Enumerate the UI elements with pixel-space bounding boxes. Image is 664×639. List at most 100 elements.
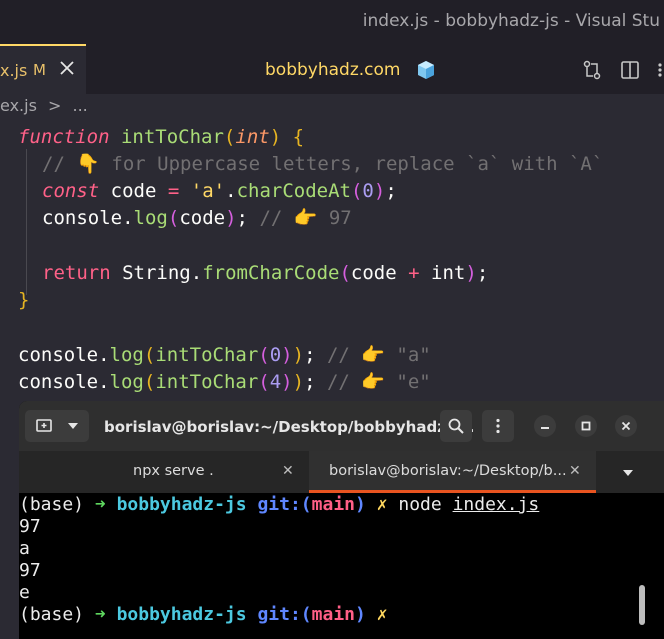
close-icon[interactable] bbox=[58, 59, 76, 77]
dropdown-icon[interactable] bbox=[67, 421, 79, 431]
code-token: int bbox=[235, 126, 270, 148]
compare-changes-icon[interactable] bbox=[581, 59, 603, 81]
code-token: int bbox=[431, 262, 466, 284]
code-token: console bbox=[42, 207, 123, 229]
code-token: git:( bbox=[257, 604, 312, 625]
terminal-window: borislav@borislav:~/Desktop/bobbyhadz-r.… bbox=[19, 401, 664, 639]
editor-tab-index-js[interactable]: x.js M bbox=[0, 44, 86, 94]
code-token: 0 bbox=[362, 180, 374, 202]
code-line: // 👇 for Uppercase letters, replace `a` … bbox=[42, 151, 603, 178]
code-token: ; bbox=[385, 180, 397, 202]
code-token: main bbox=[311, 604, 355, 625]
code-line: console.log(intToChar(0)); // 👉 "a" bbox=[18, 342, 431, 369]
tabs-dropdown-icon[interactable] bbox=[622, 468, 634, 478]
code-token: // 👉 "a" bbox=[326, 344, 431, 366]
new-tab-button[interactable] bbox=[25, 410, 89, 442]
code-token: ( bbox=[350, 180, 363, 202]
breadcrumb-ellipsis[interactable]: ... bbox=[73, 96, 88, 115]
split-editor-icon[interactable] bbox=[619, 59, 641, 81]
code-token: . bbox=[98, 344, 110, 366]
code-token: code bbox=[350, 262, 397, 284]
code-token: git:( bbox=[257, 494, 312, 515]
code-token: ( bbox=[143, 344, 156, 366]
code-token: = bbox=[167, 180, 180, 202]
terminal-output-line: a bbox=[19, 538, 30, 559]
code-token: ) bbox=[355, 494, 366, 515]
terminal-output-line: 97 bbox=[19, 516, 41, 537]
close-icon[interactable]: ✕ bbox=[569, 463, 581, 479]
code-token: ; bbox=[236, 207, 248, 229]
code-token: ➜ bbox=[94, 604, 106, 625]
code-token: . bbox=[225, 180, 237, 202]
center-title: bobbyhadz.com bbox=[265, 60, 401, 80]
code-token: ✗ bbox=[376, 604, 388, 625]
search-button[interactable] bbox=[440, 410, 472, 442]
breadcrumb: ex.js > ... bbox=[0, 96, 94, 122]
code-token: ) bbox=[281, 371, 293, 393]
window-title: index.js - bobbyhadz-js - Visual Stu bbox=[362, 11, 660, 31]
code-token: 0 bbox=[269, 344, 282, 366]
title-bar: index.js - bobbyhadz-js - Visual Stu bbox=[0, 0, 664, 44]
code-token: . bbox=[98, 371, 110, 393]
more-icon[interactable] bbox=[654, 59, 664, 81]
code-token: ; bbox=[304, 371, 316, 393]
code-token: . bbox=[122, 207, 134, 229]
menu-button[interactable] bbox=[482, 410, 514, 442]
code-token: ) bbox=[225, 207, 237, 229]
code-token: ; bbox=[304, 344, 316, 366]
code-token: { bbox=[292, 126, 305, 148]
close-icon[interactable] bbox=[615, 415, 637, 437]
code-token: + bbox=[408, 262, 420, 284]
terminal-prompt-line: (base) ➜ bobbyhadz-js git:(main) ✗ bbox=[19, 604, 388, 626]
code-token: ( bbox=[223, 126, 236, 148]
terminal-tab-label: borislav@borislav:~/Desktop/b... bbox=[329, 463, 567, 479]
terminal-title: borislav@borislav:~/Desktop/bobbyhadz-r.… bbox=[104, 418, 475, 436]
editor-tab-bar: x.js M bobbyhadz.com bbox=[0, 44, 664, 94]
code-token: code bbox=[179, 207, 226, 229]
minimize-icon[interactable] bbox=[534, 415, 556, 437]
code-token: intToChar bbox=[120, 126, 224, 148]
code-line: console.log(code); // 👉 97 bbox=[42, 205, 352, 232]
code-token: 4 bbox=[269, 371, 282, 393]
code-token: index.js bbox=[452, 494, 540, 515]
code-token: 'a' bbox=[190, 180, 226, 202]
terminal-output-line: 97 bbox=[19, 560, 41, 581]
code-token: return bbox=[42, 262, 111, 284]
terminal-tab-label: npx serve . bbox=[133, 463, 214, 479]
terminal-prompt-line: (base) ➜ bobbyhadz-js git:(main) ✗ node … bbox=[19, 494, 539, 516]
code-token: (base) bbox=[19, 604, 85, 625]
code-token: . bbox=[190, 262, 203, 284]
code-token: ) bbox=[465, 262, 477, 284]
code-token: console bbox=[18, 344, 99, 366]
menu-icon bbox=[496, 418, 500, 434]
code-line: const code = 'a'.charCodeAt(0); bbox=[42, 178, 397, 205]
code-token: intToChar bbox=[155, 344, 259, 366]
terminal-tab-npx-serve[interactable]: npx serve . ✕ bbox=[19, 451, 309, 493]
code-token: intToChar bbox=[155, 371, 259, 393]
terminal-tab-borislav[interactable]: borislav@borislav:~/Desktop/b... ✕ bbox=[309, 451, 596, 493]
code-token: ) bbox=[373, 180, 386, 202]
code-token: main bbox=[311, 494, 355, 515]
code-token: bobbyhadz-js bbox=[116, 494, 247, 515]
code-token: } bbox=[18, 289, 30, 311]
code-token: fromCharCode bbox=[202, 262, 340, 284]
code-token: ) bbox=[292, 344, 305, 366]
new-tab-icon bbox=[36, 419, 52, 432]
code-token: console bbox=[18, 371, 99, 393]
code-token: code bbox=[110, 180, 157, 202]
breadcrumb-file[interactable]: ex.js bbox=[0, 96, 37, 115]
code-line: return String.fromCharCode(code + int); bbox=[42, 260, 488, 287]
code-token: const bbox=[42, 180, 100, 202]
code-token: function bbox=[18, 126, 110, 148]
code-token: ( bbox=[167, 207, 180, 229]
close-icon[interactable]: ✕ bbox=[282, 463, 294, 479]
maximize-icon[interactable] bbox=[575, 415, 597, 437]
terminal-scrollbar[interactable] bbox=[639, 585, 645, 625]
code-line: console.log(intToChar(4)); // 👉 "e" bbox=[18, 369, 431, 396]
code-token: log bbox=[133, 207, 168, 229]
terminal-output[interactable]: (base) ➜ bobbyhadz-js git:(main) ✗ node … bbox=[19, 493, 664, 639]
breadcrumb-separator: > bbox=[48, 96, 62, 115]
code-token: // 👉 "e" bbox=[326, 371, 431, 393]
tab-filename: x.js bbox=[0, 61, 28, 80]
ice-cube-icon bbox=[418, 61, 434, 79]
